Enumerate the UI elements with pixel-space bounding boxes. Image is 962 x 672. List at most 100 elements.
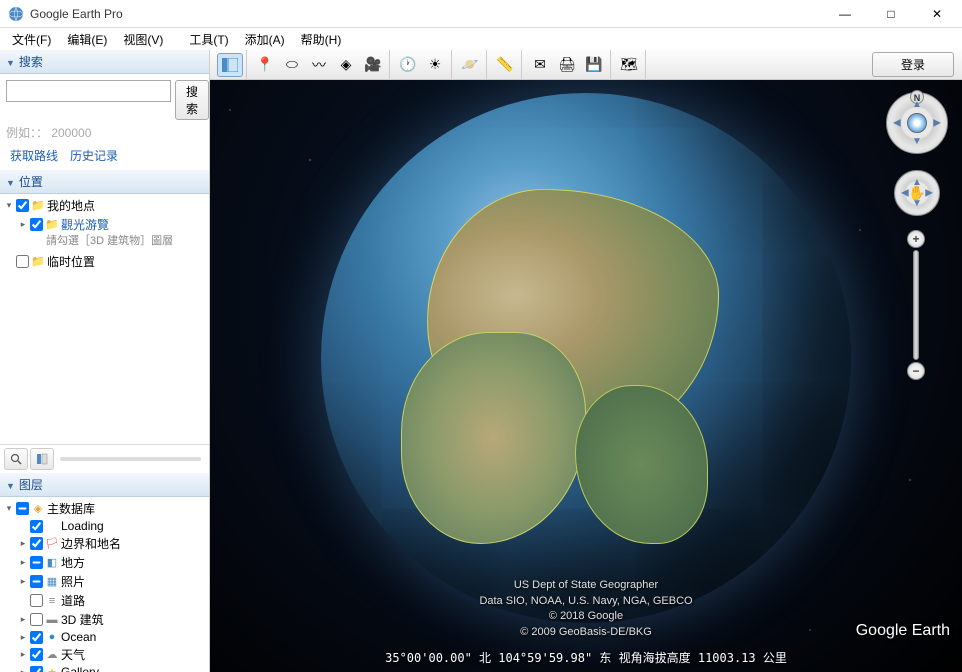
layer-row[interactable]: ▾◈主数据库: [0, 499, 209, 518]
opacity-slider[interactable]: [56, 448, 205, 470]
zoom-control[interactable]: + −: [906, 230, 926, 380]
expander-icon[interactable]: ▸: [18, 557, 28, 568]
layer-label[interactable]: Ocean: [61, 630, 96, 644]
save-image-button[interactable]: 💾: [581, 53, 607, 77]
layout-button[interactable]: [30, 448, 54, 470]
print-button[interactable]: 🖨: [554, 53, 580, 77]
zoom-in-button[interactable]: +: [907, 230, 925, 248]
zoom-track[interactable]: [913, 250, 919, 360]
history-link[interactable]: 历史记录: [70, 147, 118, 164]
look-up-icon[interactable]: ▲: [912, 99, 922, 110]
tree-checkbox[interactable]: [16, 199, 29, 212]
menu-view[interactable]: 视图(V): [115, 29, 171, 50]
historical-imagery-button[interactable]: 🕐: [395, 53, 421, 77]
maximize-button[interactable]: □: [868, 0, 914, 28]
tree-row-my-places[interactable]: ▾ 📁 我的地点: [0, 196, 209, 215]
layer-row[interactable]: ▸●Ocean: [0, 629, 209, 645]
look-control[interactable]: N ▲ ▼ ◀ ▶: [886, 92, 948, 154]
layer-label[interactable]: 照片: [61, 573, 85, 590]
layer-label[interactable]: 3D 建筑: [61, 611, 104, 628]
search-panel-header[interactable]: 搜索: [0, 50, 209, 74]
layer-row[interactable]: ▸☁天气: [0, 645, 209, 664]
layer-checkbox[interactable]: [30, 631, 43, 644]
layer-icon: ★: [45, 665, 59, 672]
menu-tools[interactable]: 工具(T): [181, 29, 236, 50]
layer-checkbox[interactable]: [30, 520, 43, 533]
look-left-icon[interactable]: ◀: [893, 118, 901, 129]
layer-checkbox[interactable]: [30, 556, 43, 569]
menu-file[interactable]: 文件(F): [4, 29, 59, 50]
look-right-icon[interactable]: ▶: [933, 118, 941, 129]
layer-checkbox[interactable]: [30, 537, 43, 550]
layer-checkbox[interactable]: [30, 575, 43, 588]
tour-note: 請勾選［3D 建筑物］圖層: [42, 234, 209, 252]
tree-row-temporary[interactable]: 📁 临时位置: [0, 252, 209, 271]
expander-icon[interactable]: ▸: [18, 576, 28, 587]
sunlight-button[interactable]: ☀: [422, 53, 448, 77]
ruler-button[interactable]: 📏: [492, 53, 518, 77]
record-tour-button[interactable]: 🎥: [360, 53, 386, 77]
expander-icon[interactable]: ▸: [18, 667, 28, 672]
layer-label[interactable]: 主数据库: [47, 500, 95, 517]
tree-label[interactable]: 临时位置: [47, 253, 95, 270]
planets-button[interactable]: 🪐: [457, 53, 483, 77]
zoom-out-button[interactable]: −: [907, 362, 925, 380]
layers-panel-header[interactable]: 图层: [0, 473, 209, 497]
get-directions-link[interactable]: 获取路线: [10, 147, 58, 164]
status-bar: 35°00'00.00" 北 104°59'59.98" 东 视角海拔高度 11…: [385, 649, 787, 666]
tree-checkbox[interactable]: [30, 218, 43, 231]
look-down-icon[interactable]: ▼: [912, 136, 922, 147]
path-button[interactable]: 〰: [306, 53, 332, 77]
layer-label[interactable]: 道路: [61, 592, 85, 609]
expander-icon[interactable]: ▸: [18, 538, 28, 549]
expander-icon[interactable]: ▾: [4, 503, 14, 514]
close-button[interactable]: ✕: [914, 0, 960, 28]
tree-row-sightseeing[interactable]: ▸ 📁 觀光游覽: [0, 215, 209, 234]
layer-row[interactable]: ▸▦照片: [0, 572, 209, 591]
layer-row[interactable]: ▸ 🏳边界和地名: [0, 534, 209, 553]
layer-row[interactable]: ▸◧地方: [0, 553, 209, 572]
expander-icon[interactable]: ▸: [18, 614, 28, 625]
polygon-button[interactable]: ⬭: [279, 53, 305, 77]
login-button[interactable]: 登录: [872, 52, 954, 77]
layer-label[interactable]: 地方: [61, 554, 85, 571]
places-panel-header[interactable]: 位置: [0, 170, 209, 194]
layer-checkbox[interactable]: [30, 648, 43, 661]
move-right-icon[interactable]: ▶: [925, 188, 933, 199]
layer-checkbox[interactable]: [30, 613, 43, 626]
search-places-button[interactable]: [4, 448, 28, 470]
menu-edit[interactable]: 编辑(E): [59, 29, 115, 50]
layer-label[interactable]: 边界和地名: [61, 535, 121, 552]
expander-icon[interactable]: ▸: [18, 219, 28, 230]
move-control[interactable]: ▲ ▼ ◀ ▶ ✋: [894, 170, 940, 216]
sidebar-toggle-button[interactable]: [217, 53, 243, 77]
layer-row[interactable]: Loading: [0, 518, 209, 534]
search-button[interactable]: 搜索: [175, 80, 209, 120]
layer-checkbox[interactable]: [30, 666, 43, 672]
layer-checkbox[interactable]: [16, 502, 29, 515]
expander-icon[interactable]: ▾: [4, 200, 14, 211]
layer-label[interactable]: Loading: [61, 519, 104, 533]
search-input[interactable]: [6, 80, 171, 102]
image-overlay-button[interactable]: ◈: [333, 53, 359, 77]
layer-label[interactable]: 天气: [61, 646, 85, 663]
minimize-button[interactable]: —: [822, 0, 868, 28]
layer-icon: 🏳: [45, 537, 59, 551]
menu-add[interactable]: 添加(A): [237, 29, 293, 50]
globe-canvas[interactable]: N ▲ ▼ ◀ ▶ ▲ ▼ ◀ ▶ ✋ +: [210, 80, 962, 672]
earth-globe[interactable]: [321, 93, 851, 623]
menu-help[interactable]: 帮助(H): [293, 29, 350, 50]
layer-row[interactable]: ≡道路: [0, 591, 209, 610]
expander-icon[interactable]: ▸: [18, 632, 28, 643]
layer-row[interactable]: ▸ ★Gallery: [0, 664, 209, 672]
view-in-maps-button[interactable]: 🗺: [616, 53, 642, 77]
layer-row[interactable]: ▸▬3D 建筑: [0, 610, 209, 629]
tree-label[interactable]: 我的地点: [47, 197, 95, 214]
expander-icon[interactable]: ▸: [18, 649, 28, 660]
email-button[interactable]: ✉: [527, 53, 553, 77]
tree-label[interactable]: 觀光游覽: [61, 216, 109, 233]
placemark-button[interactable]: 📍: [252, 53, 278, 77]
layer-label[interactable]: Gallery: [61, 665, 99, 672]
tree-checkbox[interactable]: [16, 255, 29, 268]
layer-checkbox[interactable]: [30, 594, 43, 607]
